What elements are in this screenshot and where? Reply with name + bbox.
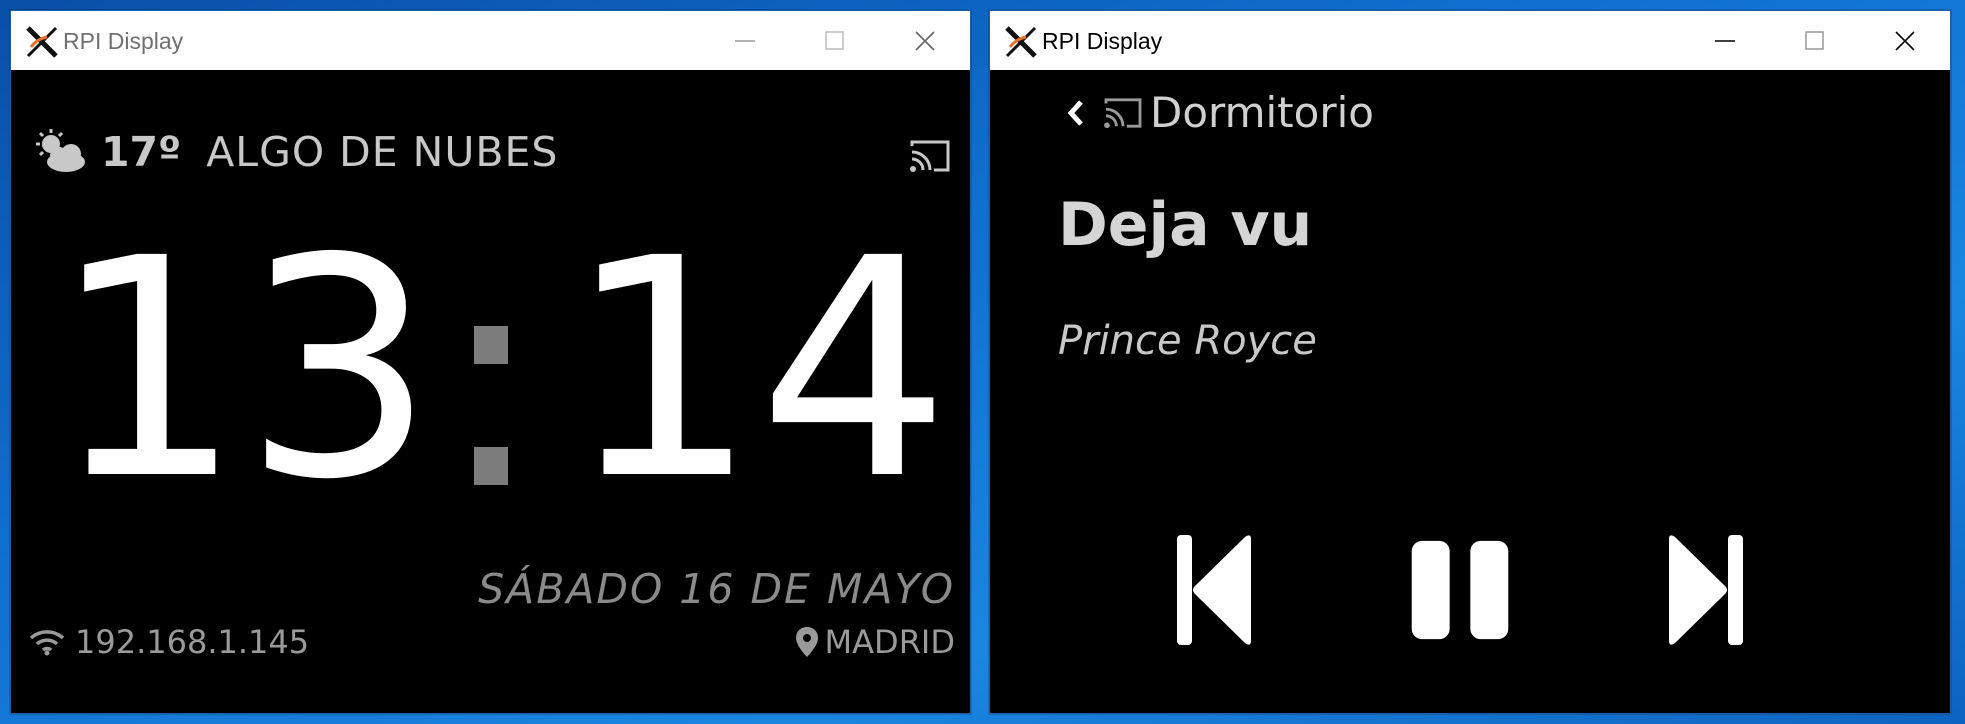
weather-condition: ALGO DE NUBES bbox=[206, 128, 559, 176]
song-title: Deja vu bbox=[1058, 190, 1313, 260]
chevron-left-icon bbox=[1067, 99, 1083, 126]
clock-colon-top bbox=[474, 326, 508, 364]
clock-colon-bottom bbox=[474, 447, 508, 485]
next-track-button[interactable] bbox=[1655, 530, 1755, 650]
artist-name: Prince Royce bbox=[1058, 318, 1317, 364]
previous-track-button[interactable] bbox=[1165, 530, 1265, 650]
clock-display: 13 14 bbox=[11, 220, 970, 560]
skip-previous-icon bbox=[1177, 535, 1251, 645]
minimize-button[interactable] bbox=[700, 11, 790, 70]
location-name: MADRID bbox=[824, 623, 955, 661]
cast-icon[interactable] bbox=[908, 138, 952, 174]
player-screen: Dormitorio Deja vu Prince Royce bbox=[990, 70, 1950, 713]
close-icon bbox=[915, 30, 935, 51]
maximize-icon bbox=[825, 30, 844, 50]
weather-summary: 17º ALGO DE NUBES bbox=[33, 128, 558, 176]
clock-minutes: 14 bbox=[566, 195, 951, 546]
minimize-icon bbox=[1715, 39, 1735, 42]
date-label: SÁBADO 16 DE MAYO bbox=[478, 565, 955, 613]
clock-screen: 17º ALGO DE NUBES 13 14 SÁBADO 16 DE MAY… bbox=[11, 70, 970, 713]
device-name: Dormitorio bbox=[1150, 88, 1374, 137]
xming-logo-icon bbox=[1005, 26, 1037, 58]
rpi-display-window-clock[interactable]: RPI Display 17º ALGO DE NUBES 13 14 SÁBA… bbox=[10, 10, 971, 714]
xming-logo-icon bbox=[26, 26, 58, 58]
pause-button[interactable] bbox=[1410, 530, 1510, 650]
rpi-display-window-player[interactable]: RPI Display Dormitorio Deja vu Prince Ro… bbox=[989, 10, 1951, 714]
wifi-icon bbox=[29, 630, 65, 656]
close-button[interactable] bbox=[1860, 11, 1950, 70]
window-title: RPI Display bbox=[63, 28, 184, 54]
network-info: 192.168.1.145 bbox=[29, 623, 309, 661]
maximize-button[interactable] bbox=[1770, 11, 1860, 70]
close-button[interactable] bbox=[880, 11, 970, 70]
skip-next-icon bbox=[1669, 535, 1743, 645]
temperature: 17º bbox=[101, 128, 182, 176]
pause-icon bbox=[1411, 540, 1509, 640]
location-pin-icon bbox=[795, 627, 818, 657]
location-info: MADRID bbox=[795, 623, 955, 661]
title-bar[interactable]: RPI Display bbox=[990, 11, 1950, 70]
device-header: Dormitorio bbox=[1060, 88, 1374, 137]
minimize-button[interactable] bbox=[1680, 11, 1770, 70]
clock-hours: 13 bbox=[51, 195, 436, 546]
close-icon bbox=[1895, 30, 1915, 51]
partly-cloudy-icon bbox=[36, 129, 87, 174]
maximize-button[interactable] bbox=[790, 11, 880, 70]
window-title: RPI Display bbox=[1042, 28, 1163, 54]
minimize-icon bbox=[735, 39, 755, 42]
ip-address: 192.168.1.145 bbox=[75, 623, 310, 661]
maximize-icon bbox=[1805, 30, 1824, 50]
back-button[interactable] bbox=[1060, 93, 1090, 133]
title-bar[interactable]: RPI Display bbox=[11, 11, 970, 70]
cast-icon bbox=[1104, 97, 1142, 128]
